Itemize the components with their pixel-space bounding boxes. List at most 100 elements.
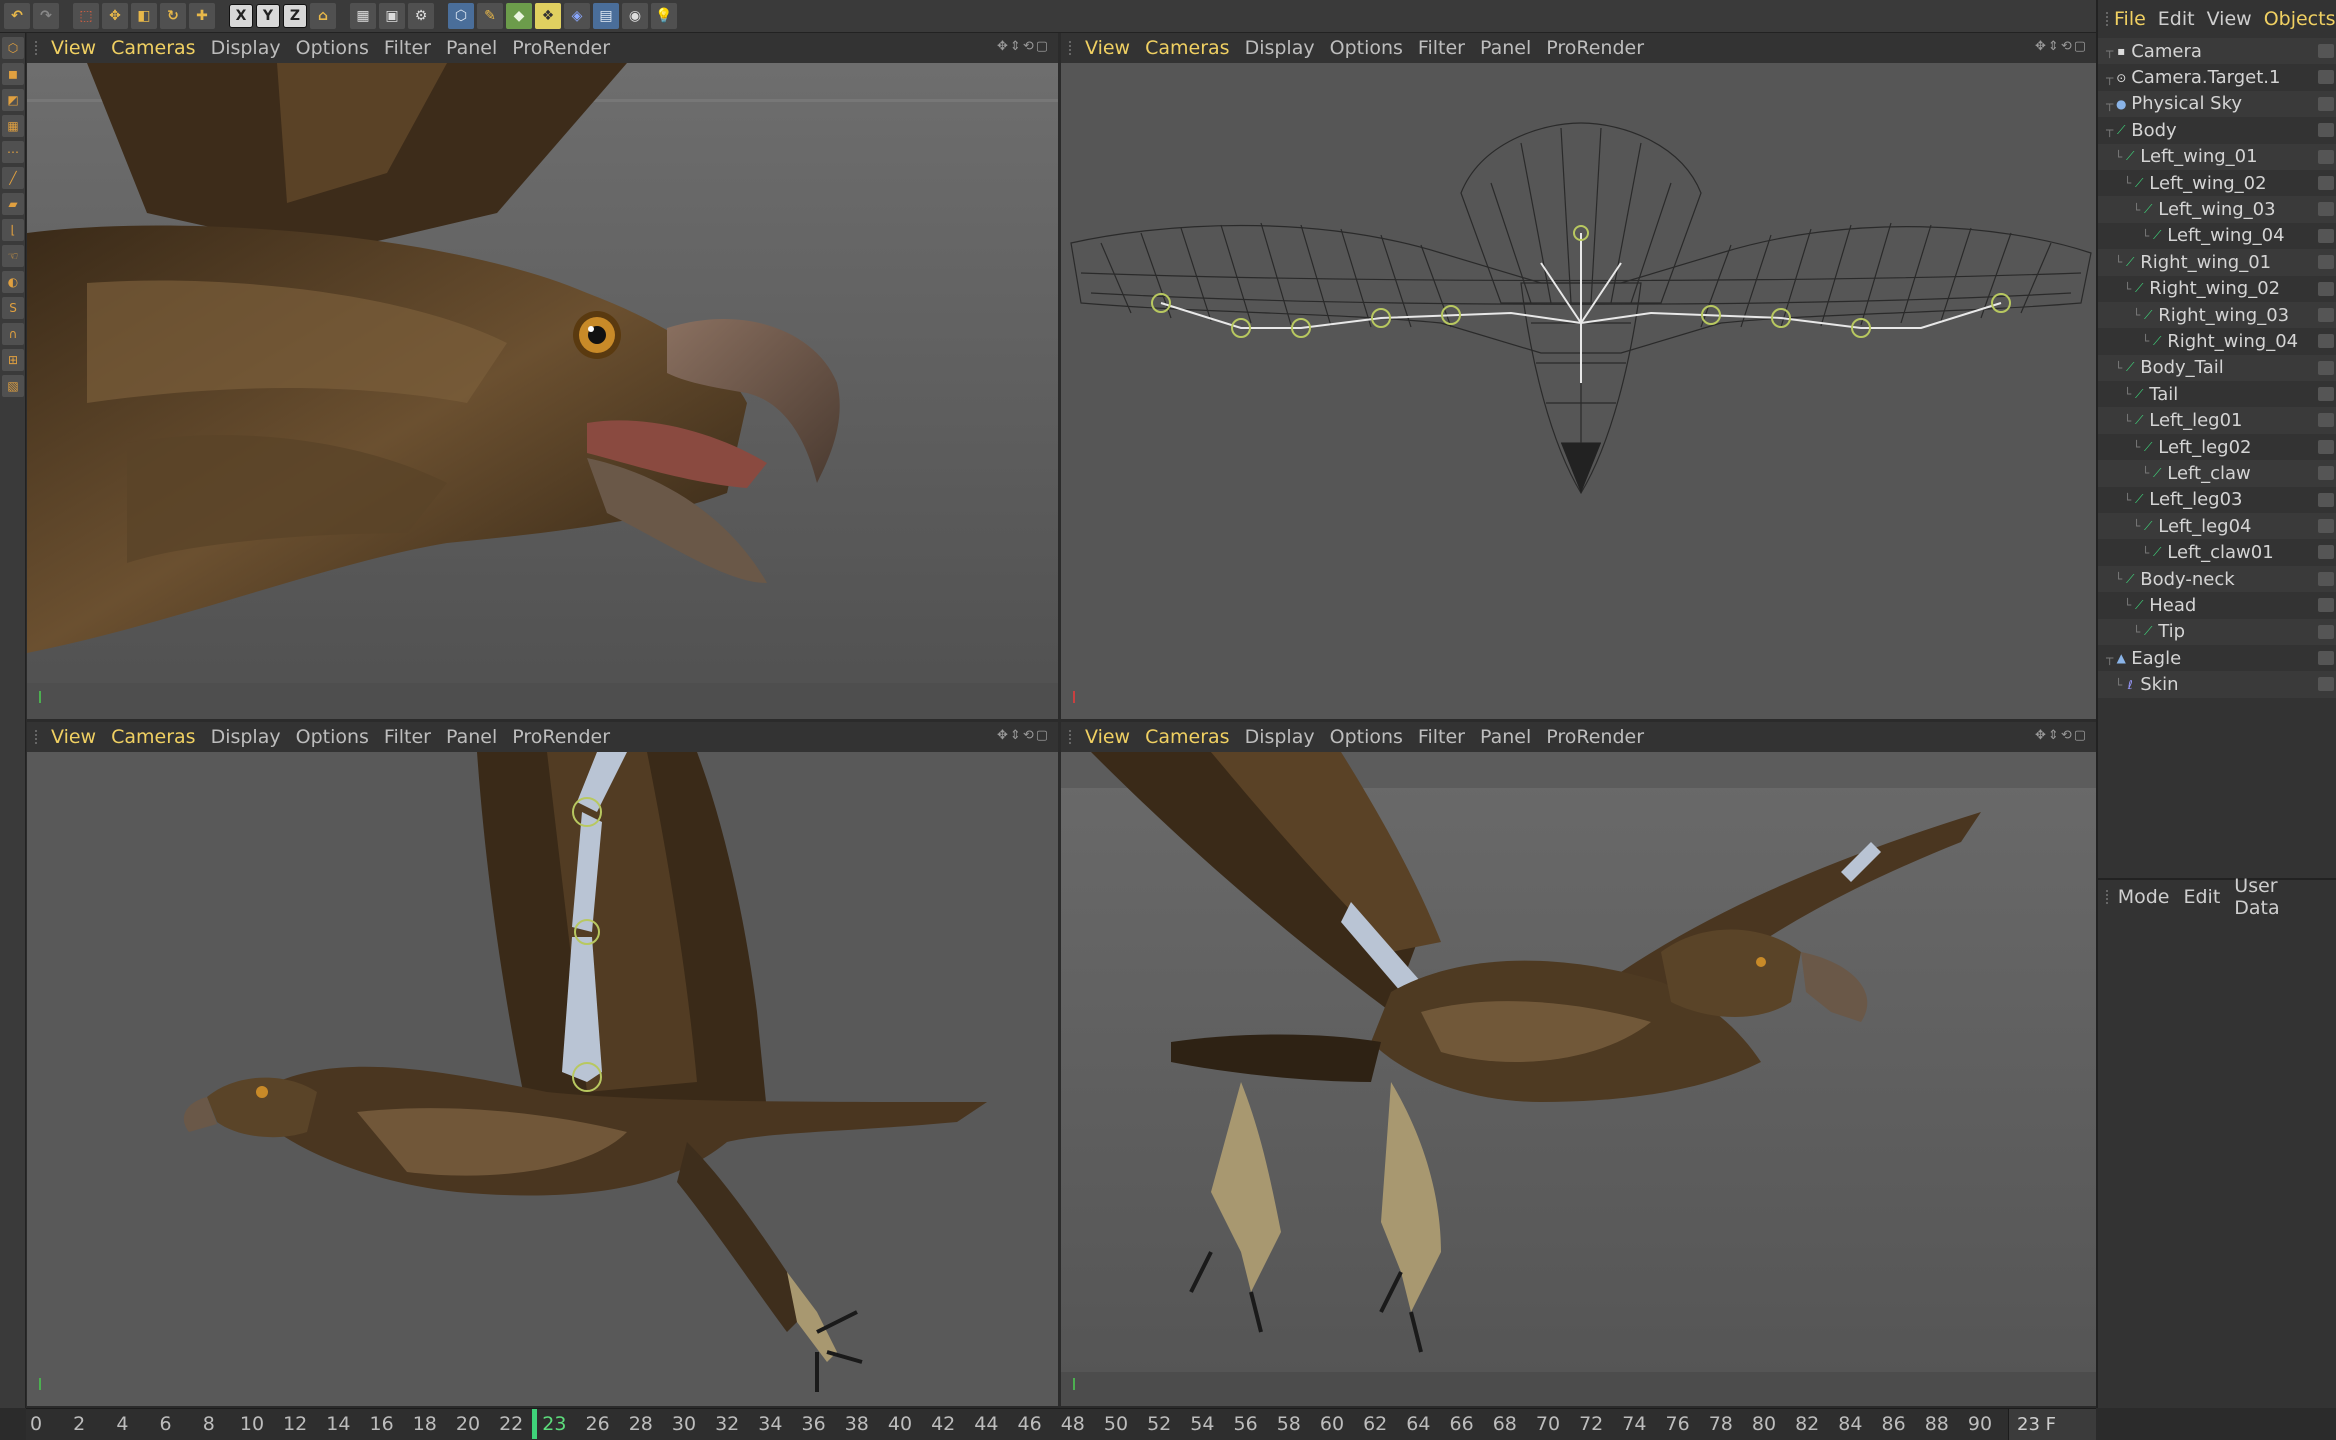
axis-x-button[interactable]: X (229, 4, 253, 28)
current-frame-field[interactable]: 23 F (2008, 1409, 2096, 1440)
object-row[interactable]: └⟋Head (2098, 592, 2336, 618)
menu-filter[interactable]: Filter (1418, 37, 1465, 59)
viewport-nav-icons[interactable]: ✥⇕⟲▢ (2035, 728, 2088, 743)
visibility-toggle-icon[interactable] (2318, 651, 2334, 665)
tree-connector[interactable]: └ (2124, 598, 2131, 612)
tree-connector[interactable]: └ (2124, 282, 2131, 296)
menu-user-data[interactable]: User Data (2234, 875, 2322, 919)
object-row[interactable]: └⟋Left_leg01 (2098, 407, 2336, 433)
tree-connector[interactable]: └ (2133, 440, 2140, 454)
viewport-nav-icons[interactable]: ✥⇕⟲▢ (997, 39, 1050, 54)
menu-prorender[interactable]: ProRender (1546, 726, 1644, 748)
tree-connector[interactable]: ┬ (2106, 651, 2113, 665)
tree-connector[interactable]: ┬ (2106, 97, 2113, 111)
pen-icon[interactable]: ✎ (477, 3, 503, 29)
cloner-icon[interactable]: ❖ (535, 3, 561, 29)
texture-mode-icon[interactable]: ◩ (2, 89, 24, 111)
menu-cameras[interactable]: Cameras (111, 37, 195, 59)
axis-z-button[interactable]: Z (283, 4, 307, 28)
object-row[interactable]: ┬▪Camera (2098, 38, 2336, 64)
object-row[interactable]: ┬⊙Camera.Target.1 (2098, 64, 2336, 90)
menu-filter[interactable]: Filter (384, 726, 431, 748)
menu-cameras[interactable]: Cameras (1145, 726, 1229, 748)
visibility-toggle-icon[interactable] (2318, 97, 2334, 111)
menu-display[interactable]: Display (1245, 726, 1315, 748)
rotate-icon[interactable]: ↻ (160, 3, 186, 29)
object-row[interactable]: └ℓSkin (2098, 671, 2336, 697)
visibility-toggle-icon[interactable] (2318, 229, 2334, 243)
visibility-toggle-icon[interactable] (2318, 123, 2334, 137)
viewport-nav-icons[interactable]: ✥⇕⟲▢ (2035, 39, 2088, 54)
snapping-icon[interactable]: S (2, 297, 24, 319)
visibility-toggle-icon[interactable] (2318, 202, 2334, 216)
tweak-mode-icon[interactable]: ☜ (2, 245, 24, 267)
menu-options[interactable]: Options (296, 37, 369, 59)
menu-view[interactable]: View (1085, 726, 1130, 748)
menu-panel[interactable]: Panel (1480, 37, 1531, 59)
planar-workplane-icon[interactable]: ▧ (2, 375, 24, 397)
visibility-toggle-icon[interactable] (2318, 44, 2334, 58)
object-row[interactable]: └⟋Left_wing_02 (2098, 170, 2336, 196)
axis-mode-icon[interactable]: ⌊ (2, 219, 24, 241)
tree-connector[interactable]: └ (2133, 203, 2140, 217)
model-mode-icon[interactable]: ◼ (2, 63, 24, 85)
visibility-toggle-icon[interactable] (2318, 70, 2334, 84)
visibility-toggle-icon[interactable] (2318, 176, 2334, 190)
viewport-side[interactable]: View Cameras Display Options Filter Pane… (27, 722, 1058, 1406)
edges-mode-icon[interactable]: ╱ (2, 167, 24, 189)
tree-connector[interactable]: └ (2124, 176, 2131, 190)
undo-icon[interactable]: ↶ (4, 3, 30, 29)
tree-connector[interactable]: └ (2115, 150, 2122, 164)
points-mode-icon[interactable]: ⋯ (2, 141, 24, 163)
coordinate-system-icon[interactable]: ⌂ (310, 3, 336, 29)
menu-view[interactable]: View (2207, 8, 2252, 30)
object-row[interactable]: └⟋Right_wing_02 (2098, 276, 2336, 302)
tree-connector[interactable]: ┬ (2106, 44, 2113, 58)
tree-connector[interactable]: └ (2124, 387, 2131, 401)
soft-selection-icon[interactable]: ◐ (2, 271, 24, 293)
menu-display[interactable]: Display (211, 726, 281, 748)
visibility-toggle-icon[interactable] (2318, 308, 2334, 322)
menu-view[interactable]: View (51, 726, 96, 748)
tree-connector[interactable]: └ (2133, 519, 2140, 533)
tree-connector[interactable]: └ (2115, 255, 2122, 269)
visibility-toggle-icon[interactable] (2318, 545, 2334, 559)
tree-connector[interactable]: └ (2115, 572, 2122, 586)
visibility-toggle-icon[interactable] (2318, 440, 2334, 454)
menu-panel[interactable]: Panel (446, 726, 497, 748)
tree-connector[interactable]: └ (2142, 466, 2149, 480)
visibility-toggle-icon[interactable] (2318, 466, 2334, 480)
menu-filter[interactable]: Filter (384, 37, 431, 59)
menu-prorender[interactable]: ProRender (512, 726, 610, 748)
viewport-nav-icons[interactable]: ✥⇕⟲▢ (997, 728, 1050, 743)
object-row[interactable]: └⟋Left_wing_03 (2098, 196, 2336, 222)
visibility-toggle-icon[interactable] (2318, 334, 2334, 348)
add-icon[interactable]: ✚ (189, 3, 215, 29)
tree-connector[interactable]: ┬ (2106, 123, 2113, 137)
axis-y-button[interactable]: Y (256, 4, 280, 28)
menu-display[interactable]: Display (1245, 37, 1315, 59)
object-row[interactable]: └⟋Left_wing_04 (2098, 223, 2336, 249)
render-settings-icon[interactable]: ⚙ (408, 3, 434, 29)
visibility-toggle-icon[interactable] (2318, 255, 2334, 269)
object-row[interactable]: └⟋Tail (2098, 381, 2336, 407)
timeline-playhead[interactable] (532, 1409, 537, 1439)
workplane-icon[interactable]: ▦ (2, 115, 24, 137)
scale-icon[interactable]: ◧ (131, 3, 157, 29)
object-row[interactable]: └⟋Right_wing_04 (2098, 328, 2336, 354)
menu-display[interactable]: Display (211, 37, 281, 59)
viewport-perspective-head[interactable]: View Cameras Display Options Filter Pane… (27, 33, 1058, 719)
menu-panel[interactable]: Panel (1480, 726, 1531, 748)
object-row[interactable]: └⟋Left_claw (2098, 460, 2336, 486)
visibility-toggle-icon[interactable] (2318, 677, 2334, 691)
tree-connector[interactable]: └ (2142, 546, 2149, 560)
object-row[interactable]: └⟋Tip (2098, 619, 2336, 645)
object-row[interactable]: └⟋Left_leg04 (2098, 513, 2336, 539)
magnet-icon[interactable]: ∩ (2, 323, 24, 345)
menu-mode[interactable]: Mode (2118, 886, 2170, 908)
menu-options[interactable]: Options (1330, 37, 1403, 59)
render-view-icon[interactable]: ▦ (350, 3, 376, 29)
object-row[interactable]: └⟋Body-neck (2098, 566, 2336, 592)
live-select-icon[interactable]: ⬚ (73, 3, 99, 29)
visibility-toggle-icon[interactable] (2318, 598, 2334, 612)
